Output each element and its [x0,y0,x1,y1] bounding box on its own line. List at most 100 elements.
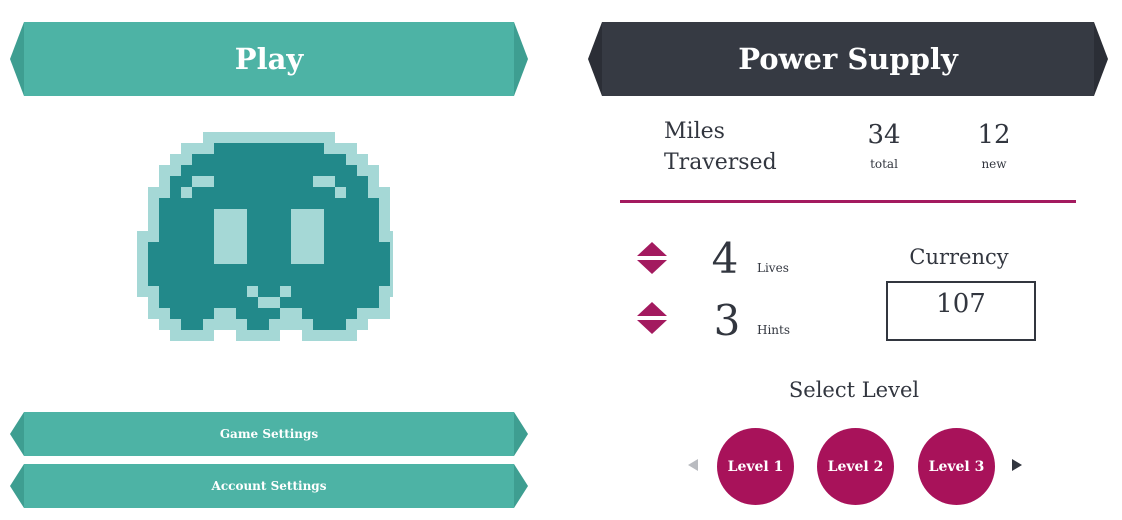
lives-increase-icon[interactable] [637,242,667,256]
ghost-body-pixel [280,275,291,286]
ghost-body-pixel [280,253,291,264]
ghost-body-pixel [280,165,291,176]
ghost-body-pixel [324,242,335,253]
ghost-outline-pixel [247,132,258,143]
ghost-body-pixel [225,143,236,154]
ghost-body-pixel [236,165,247,176]
ghost-body-pixel [192,264,203,275]
miles-total-value: 34 [867,120,901,150]
lives-label: Lives [757,261,789,275]
ghost-body-pixel [368,297,379,308]
ghost-body-pixel [368,231,379,242]
ghost-body-pixel [247,275,258,286]
ghost-body-pixel [214,198,225,209]
ghost-body-pixel [335,220,346,231]
ghost-body-pixel [258,176,269,187]
ghost-body-pixel [302,286,313,297]
ghost-body-pixel [335,253,346,264]
ghost-body-pixel [291,286,302,297]
ghost-body-pixel [192,187,203,198]
ghost-body-pixel [368,286,379,297]
ghost-outline-pixel [137,231,148,242]
game-settings-button[interactable]: Game Settings [10,412,528,456]
ghost-body-pixel [269,253,280,264]
ghost-body-pixel [159,231,170,242]
hints-increase-icon[interactable] [637,302,667,316]
next-levels-arrow-icon[interactable] [1012,459,1022,471]
ghost-body-pixel [346,165,357,176]
ghost-body-pixel [313,165,324,176]
ghost-body-pixel [170,198,181,209]
ghost-outline-pixel [236,132,247,143]
ribbon-left-tip [10,464,24,508]
ghost-body-pixel [280,242,291,253]
ghost-outline-pixel [247,330,258,341]
hints-decrease-icon[interactable] [637,320,667,334]
ghost-outline-pixel [346,319,357,330]
ghost-body-pixel [269,286,280,297]
ghost-body-pixel [247,253,258,264]
ghost-body-pixel [159,209,170,220]
ghost-body-pixel [181,275,192,286]
ghost-outline-pixel [390,231,393,242]
ghost-body-pixel [302,275,313,286]
ghost-body-pixel [181,198,192,209]
ghost-body-pixel [379,253,390,264]
miles-traversed-label: Miles Traversed [664,116,804,178]
ghost-outline-pixel [269,132,280,143]
ghost-outline-pixel [379,198,390,209]
ghost-outline-pixel [159,308,170,319]
ghost-body-pixel [269,308,280,319]
ghost-outline-pixel [159,319,170,330]
ghost-outline-pixel [302,319,313,330]
miles-new-caption: new [981,157,1007,171]
ghost-body-pixel [269,242,280,253]
ghost-body-pixel [159,253,170,264]
ghost-outline-pixel [236,330,247,341]
ghost-body-pixel [225,187,236,198]
ghost-outline-pixel [159,187,170,198]
ghost-outline-pixel [346,154,357,165]
level-2-button[interactable]: Level 2 [817,428,894,505]
ghost-outline-pixel [357,308,368,319]
ghost-body-pixel [247,154,258,165]
ghost-outline-pixel [148,308,159,319]
previous-levels-arrow-icon[interactable] [688,459,698,471]
ghost-outline-pixel [236,319,247,330]
ghost-body-pixel [302,264,313,275]
level-3-button[interactable]: Level 3 [918,428,995,505]
ghost-outline-pixel [390,253,393,264]
ghost-outline-pixel [148,198,159,209]
ghost-body-pixel [258,220,269,231]
ghost-body-pixel [159,286,170,297]
ghost-outline-pixel [379,286,390,297]
level-1-button[interactable]: Level 1 [717,428,794,505]
ghost-body-pixel [192,319,203,330]
ghost-body-pixel [302,143,313,154]
play-button[interactable]: Play [10,22,528,96]
ghost-body-pixel [170,308,181,319]
lives-decrease-icon[interactable] [637,260,667,274]
ghost-body-pixel [225,176,236,187]
ghost-outline-pixel [269,330,280,341]
ghost-body-pixel [181,209,192,220]
ghost-body-pixel [225,286,236,297]
game-settings-label: Game Settings [24,412,514,456]
ghost-body-pixel [269,220,280,231]
ghost-body-pixel [280,187,291,198]
ghost-body-pixel [203,165,214,176]
ghost-body-pixel [258,319,269,330]
ghost-body-pixel [324,165,335,176]
account-settings-button[interactable]: Account Settings [10,464,528,508]
ghost-body-pixel [236,198,247,209]
ghost-body-pixel [302,198,313,209]
select-level-title: Select Level [788,378,920,402]
ghost-body-pixel [192,165,203,176]
ghost-body-pixel [313,143,324,154]
ghost-character-icon [137,132,393,341]
ghost-body-pixel [335,319,346,330]
ghost-outline-pixel [170,330,181,341]
ghost-body-pixel [368,220,379,231]
ghost-outline-pixel [280,132,291,143]
ghost-body-pixel [335,286,346,297]
